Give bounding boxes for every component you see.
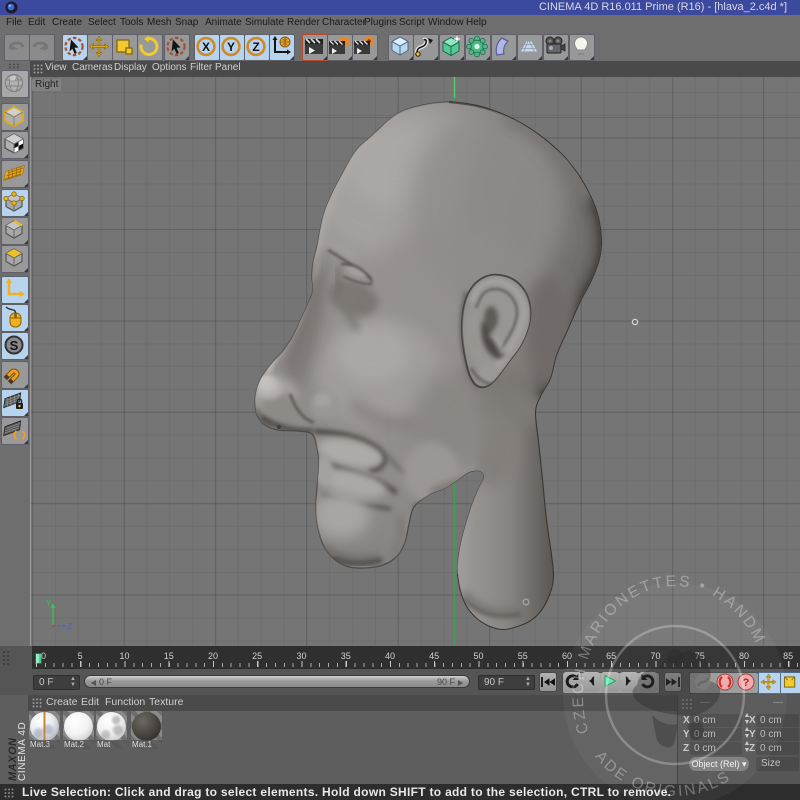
svg-text:Y: Y bbox=[46, 599, 52, 608]
svg-text:?: ? bbox=[743, 677, 750, 689]
svg-text:Z: Z bbox=[252, 40, 259, 54]
svg-text:Z: Z bbox=[67, 622, 72, 631]
svg-text:X: X bbox=[202, 40, 210, 54]
svg-text:Y: Y bbox=[227, 40, 235, 54]
svg-text:S: S bbox=[10, 338, 19, 353]
